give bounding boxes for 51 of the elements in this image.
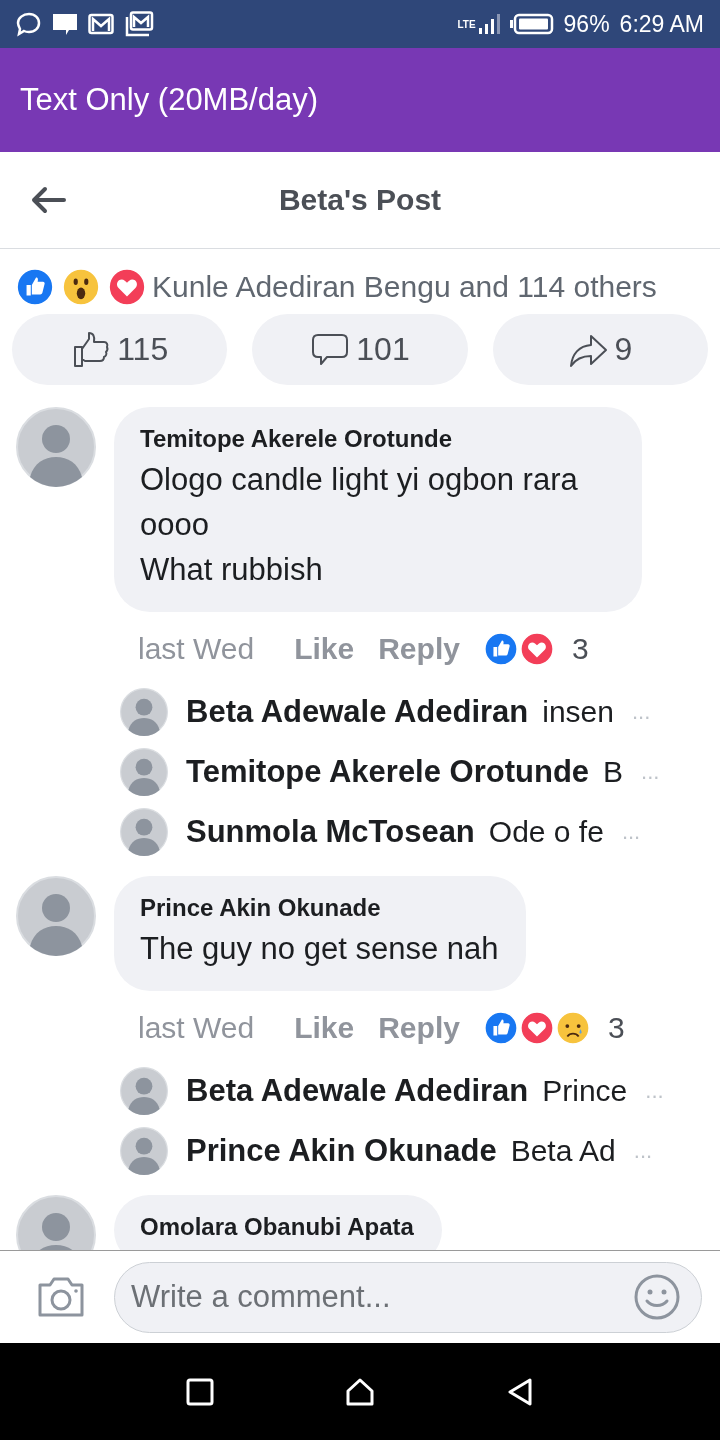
battery-icon [509,13,554,35]
ellipsis: ... [633,1138,653,1164]
signal-icon [477,13,500,35]
avatar [120,1067,168,1115]
page-title: Beta's Post [278,183,442,217]
ellipsis: ... [621,819,641,845]
reply-preview[interactable]: Beta Ad [510,1134,616,1168]
reply-preview[interactable]: insen [542,695,614,729]
message-icon [52,11,78,37]
mail-stack-icon [124,11,154,37]
ellipsis: ... [631,699,651,725]
comment-time: last Wed [138,632,255,666]
reply-author[interactable]: Beta Adewale Adediran [186,1073,529,1109]
comment-author[interactable]: Prince Akin Okunade [140,894,499,922]
avatar [120,688,168,736]
reply-author[interactable]: Beta Adewale Adediran [186,694,529,730]
comment-text: Ologo candle light yi ogbon rara oooo [140,461,579,544]
comment-author[interactable]: Omolara Obanubi Apata [140,1213,414,1241]
comment-count-button[interactable]: 101 [252,314,468,385]
chat-bubble-icon [16,11,42,37]
emoji-icon[interactable] [633,1273,681,1321]
back-nav-button[interactable] [506,1376,535,1407]
reaction-count: 3 [607,1011,625,1045]
avatar [120,808,168,856]
reply-author[interactable]: Prince Akin Okunade [186,1133,497,1169]
comment-field[interactable]: Write a comment... [114,1261,702,1333]
comment-text: The guy no get sense nah [140,930,499,968]
ellipsis: ... [641,759,660,785]
comment-time: last Wed [138,1011,255,1045]
reply-preview[interactable]: Prince [542,1074,628,1108]
comment-author[interactable]: Temitope Akerele Orotunde [140,425,614,453]
avatar [120,1127,168,1175]
reply-preview[interactable]: Ode o fe [488,815,604,849]
reply-author[interactable]: Temitope Akerele Orotunde [186,754,590,790]
comment-text: What rubbish [140,551,324,589]
share-count-button[interactable]: 9 [492,314,708,385]
home-button[interactable] [345,1376,375,1407]
recent-apps-button[interactable] [185,1377,214,1406]
reply-author[interactable]: Sunmola McTosean [186,814,475,850]
network-type: LTE [457,18,476,30]
mail-icon [88,13,114,35]
reactions-summary[interactable]: Kunle Adediran Bengu and 114 others [152,270,657,304]
camera-button[interactable] [36,1275,86,1319]
ellipsis: ... [645,1078,664,1104]
battery-percent: 96% [563,10,610,38]
clock: 6:29 AM [619,10,704,38]
avatar [120,748,168,796]
app-bar-title: Text Only (20MB/day) [20,82,319,118]
like-count-button[interactable]: 115 [12,314,228,385]
reaction-count: 3 [571,632,589,666]
reply-preview[interactable]: B [603,755,624,789]
